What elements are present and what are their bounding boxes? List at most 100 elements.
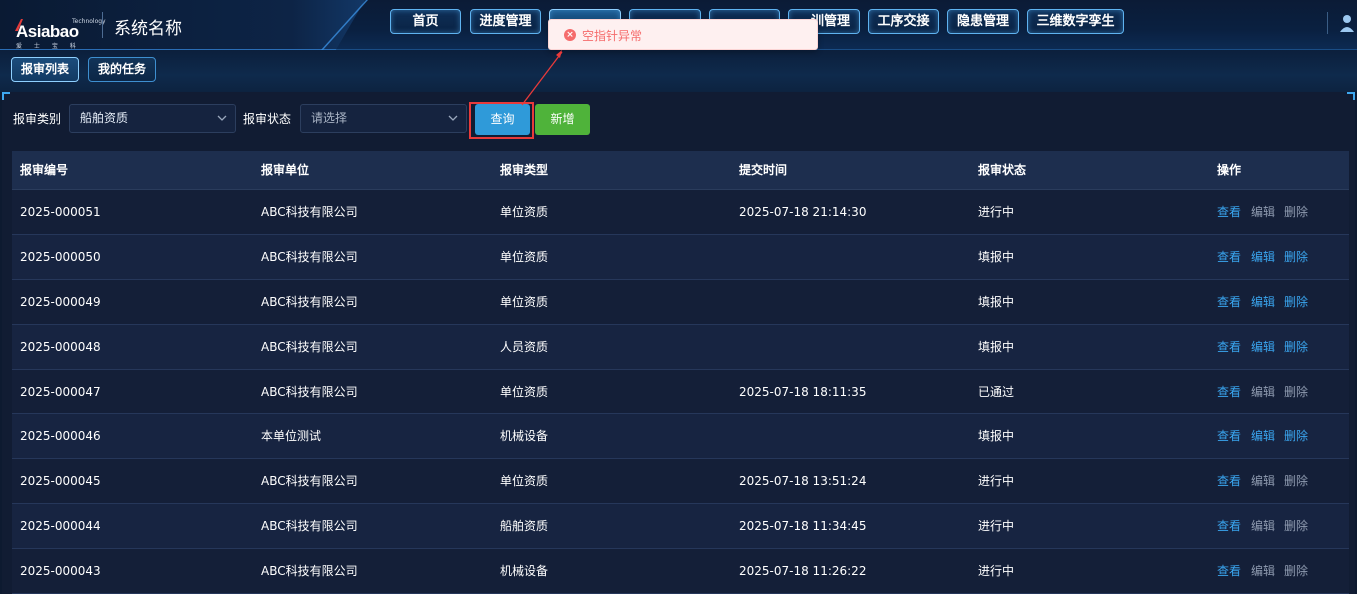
status-select-placeholder: 请选择: [311, 111, 348, 125]
company-logo[interactable]: Technology Asiabao 爱 士 宝 科 技: [14, 8, 106, 59]
cell-id: 2025-000051: [20, 205, 101, 219]
view-link[interactable]: 查看: [1217, 235, 1241, 279]
cell-type: 单位资质: [500, 249, 549, 264]
cell-status: 进行中: [978, 519, 1015, 534]
cell-type: 单位资质: [500, 294, 549, 309]
delete-link[interactable]: 删除: [1284, 459, 1308, 503]
edit-link[interactable]: 编辑: [1251, 190, 1275, 234]
nav-item-progress[interactable]: 进度管理: [470, 9, 541, 34]
main-panel: 报审类别 船舶资质 报审状态 请选择 查询 新增 报审编号 报审单位 报审类型 …: [2, 92, 1355, 594]
delete-link[interactable]: 删除: [1284, 370, 1308, 414]
edit-link[interactable]: 编辑: [1251, 414, 1275, 458]
status-filter-label: 报审状态: [243, 112, 292, 126]
cell-id: 2025-000043: [20, 564, 101, 579]
system-name: 系统名称: [114, 19, 182, 39]
column-header-unit[interactable]: 报审单位: [261, 151, 309, 190]
delete-link[interactable]: 删除: [1284, 325, 1308, 369]
logo-wordmark: Asiabao: [16, 22, 79, 41]
nav-item-digital-twin[interactable]: 三维数字孪生: [1027, 9, 1124, 34]
cell-type: 机械设备: [500, 429, 549, 444]
subtab-bar: 报审列表 我的任务: [0, 50, 1357, 92]
view-link[interactable]: 查看: [1217, 414, 1241, 458]
add-button[interactable]: 新增: [535, 104, 590, 135]
column-header-type[interactable]: 报审类型: [500, 151, 548, 190]
column-header-status[interactable]: 报审状态: [978, 151, 1026, 190]
cell-unit: ABC科技有限公司: [261, 564, 358, 579]
delete-link[interactable]: 删除: [1284, 280, 1308, 324]
cell-unit: ABC科技有限公司: [261, 249, 358, 264]
category-select[interactable]: 船舶资质: [69, 104, 236, 133]
edit-link[interactable]: 编辑: [1251, 280, 1275, 324]
cell-type: 单位资质: [500, 474, 549, 489]
cell-status: 填报中: [978, 294, 1015, 309]
close-circle-icon[interactable]: ×: [564, 29, 576, 41]
cell-status: 填报中: [978, 249, 1015, 264]
table-row: 2025-000047 ABC科技有限公司 单位资质 2025-07-18 18:11…: [12, 369, 1349, 415]
table-row: 2025-000051 ABC科技有限公司 单位资质 2025-07-18 21:14…: [12, 190, 1349, 235]
status-select[interactable]: 请选择: [300, 104, 467, 133]
cell-type: 船舶资质: [500, 519, 549, 534]
cell-status: 进行中: [978, 474, 1015, 489]
table-row: 2025-000050 ABC科技有限公司 单位资质 填报中 查看 编辑 删除: [12, 234, 1349, 280]
cell-id: 2025-000045: [20, 474, 101, 489]
nav-item-handover[interactable]: 工序交接: [868, 9, 939, 34]
cell-id: 2025-000044: [20, 519, 101, 534]
cell-time: 2025-07-18 18:11:35: [739, 384, 867, 399]
cell-unit: ABC科技有限公司: [261, 294, 358, 309]
nav-item-home[interactable]: 首页: [390, 9, 461, 34]
cell-status: 填报中: [978, 339, 1015, 354]
cell-time: 2025-07-18 21:14:30: [739, 205, 867, 219]
view-link[interactable]: 查看: [1217, 504, 1241, 548]
delete-link[interactable]: 删除: [1284, 504, 1308, 548]
delete-link[interactable]: 删除: [1284, 414, 1308, 458]
table-row: 2025-000043 ABC科技有限公司 机械设备 2025-07-18 11:26…: [12, 549, 1349, 594]
cell-status: 进行中: [978, 205, 1015, 219]
edit-link[interactable]: 编辑: [1251, 325, 1275, 369]
view-link[interactable]: 查看: [1217, 549, 1241, 593]
cell-status: 填报中: [978, 429, 1015, 444]
tab-my-tasks[interactable]: 我的任务: [88, 57, 157, 82]
view-link[interactable]: 查看: [1217, 190, 1241, 234]
view-link[interactable]: 查看: [1217, 280, 1241, 324]
cell-type: 人员资质: [500, 339, 549, 354]
view-link[interactable]: 查看: [1217, 459, 1241, 503]
cell-unit: ABC科技有限公司: [261, 519, 358, 534]
delete-link[interactable]: 删除: [1284, 190, 1308, 234]
table-body: 2025-000051 ABC科技有限公司 单位资质 2025-07-18 21:14…: [12, 190, 1349, 594]
column-header-id[interactable]: 报审编号: [20, 151, 68, 190]
cell-unit: ABC科技有限公司: [261, 339, 358, 354]
table-row: 2025-000046 本单位测试 机械设备 填报中 查看 编辑 删除: [12, 414, 1349, 460]
cell-status: 已通过: [978, 384, 1015, 399]
user-glyph-icon: [1340, 15, 1354, 32]
delete-link[interactable]: 删除: [1284, 549, 1308, 593]
brand-divider: [102, 12, 103, 38]
query-button[interactable]: 查询: [475, 104, 530, 135]
cell-time: 2025-07-18 11:26:22: [739, 564, 867, 579]
table-row: 2025-000049 ABC科技有限公司 单位资质 填报中 查看 编辑 删除: [12, 279, 1349, 325]
table-row: 2025-000044 ABC科技有限公司 船舶资质 2025-07-18 11:34…: [12, 504, 1349, 550]
table-header: 报审编号 报审单位 报审类型 提交时间 报审状态 操作: [12, 151, 1349, 190]
chevron-down-icon: [448, 115, 458, 121]
edit-link[interactable]: 编辑: [1251, 504, 1275, 548]
edit-link[interactable]: 编辑: [1251, 235, 1275, 279]
cell-type: 单位资质: [500, 384, 549, 399]
user-icon[interactable]: [1336, 12, 1354, 34]
cell-type: 单位资质: [500, 205, 549, 219]
edit-link[interactable]: 编辑: [1251, 549, 1275, 593]
table-row: 2025-000048 ABC科技有限公司 人员资质 填报中 查看 编辑 删除: [12, 324, 1349, 370]
delete-link[interactable]: 删除: [1284, 235, 1308, 279]
cell-id: 2025-000049: [20, 294, 101, 309]
table-row: 2025-000045 ABC科技有限公司 单位资质 2025-07-18 13:51…: [12, 459, 1349, 505]
review-table: 报审编号 报审单位 报审类型 提交时间 报审状态 操作 2025-000051 A…: [12, 151, 1349, 594]
tab-review-list[interactable]: 报审列表: [11, 57, 80, 82]
column-header-time[interactable]: 提交时间: [739, 151, 787, 190]
edit-link[interactable]: 编辑: [1251, 459, 1275, 503]
chevron-down-icon: [217, 115, 227, 121]
cell-id: 2025-000050: [20, 249, 101, 264]
edit-link[interactable]: 编辑: [1251, 370, 1275, 414]
panel-corner-decoration: [1347, 92, 1355, 100]
nav-item-hazard[interactable]: 隐患管理: [947, 9, 1019, 34]
cell-id: 2025-000046: [20, 429, 101, 444]
view-link[interactable]: 查看: [1217, 325, 1241, 369]
view-link[interactable]: 查看: [1217, 370, 1241, 414]
